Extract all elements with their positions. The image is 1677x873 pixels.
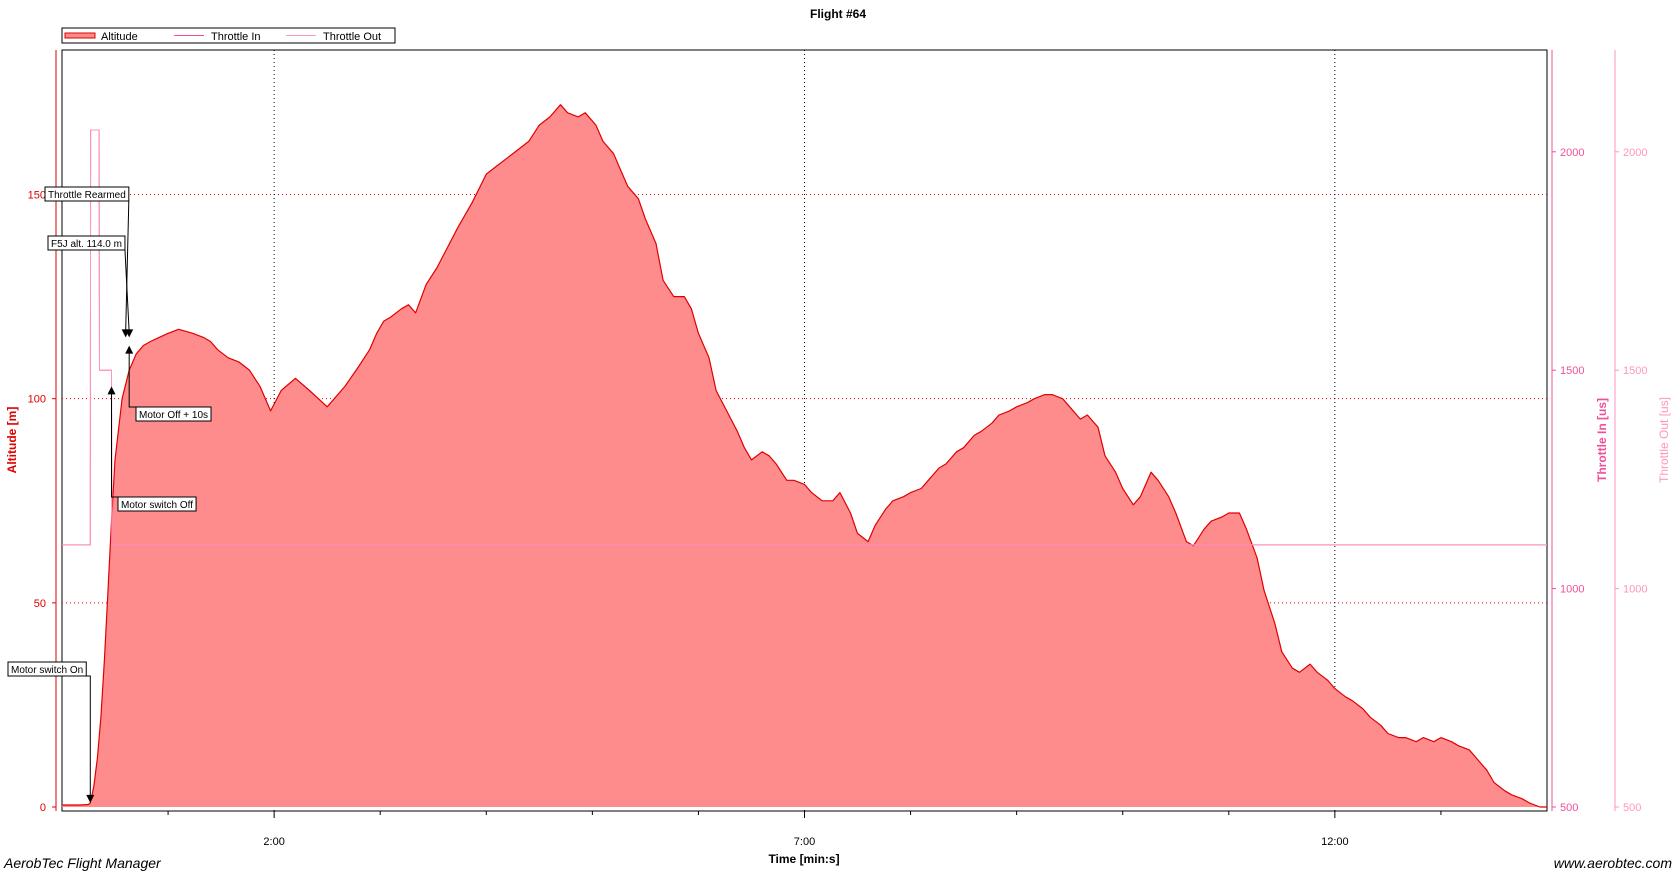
y-axis-right-title-throttle-in: Throttle In [us]: [1595, 398, 1609, 482]
legend-throttle-out-label: Throttle Out: [323, 31, 381, 43]
legend: Altitude Throttle In Throttle Out: [61, 27, 396, 44]
y-right2-tick-label: 2000: [1623, 147, 1647, 159]
y-right2-tick-label: 500: [1623, 802, 1641, 814]
legend-altitude-label: Altitude: [101, 31, 138, 43]
x-tick-label: 7:00: [794, 836, 815, 848]
app-name: AerobTec Flight Manager: [3, 855, 162, 871]
y-right1-tick-label: 2000: [1560, 147, 1584, 159]
chart-title: Flight #64: [810, 7, 866, 21]
y-right2-tick-label: 1500: [1623, 365, 1647, 377]
y-left-tick-label: 50: [34, 598, 46, 610]
y-right2-tick-label: 1000: [1623, 584, 1647, 596]
y-left-tick-label: 150: [28, 190, 46, 202]
website-link[interactable]: www.aerobtec.com: [1554, 855, 1673, 871]
x-tick-label: 2:00: [263, 836, 284, 848]
annotation-label: Motor Off + 10s: [139, 410, 208, 421]
y-left-tick-label: 100: [28, 394, 46, 406]
annotation-label: Motor switch On: [11, 665, 83, 676]
y-right1-tick-label: 1000: [1560, 584, 1584, 596]
y-left-tick-label: 0: [40, 802, 46, 814]
annotation-label: Throttle Rearmed: [48, 190, 126, 201]
annotation-label: Motor switch Off: [121, 500, 193, 511]
x-tick-label: 12:00: [1321, 836, 1349, 848]
y-right1-tick-label: 1500: [1560, 365, 1584, 377]
y-axis-right-title-throttle-out: Throttle Out [us]: [1657, 397, 1671, 483]
flight-chart: Flight #64 Altitude Throttle In Throttle…: [3, 7, 1673, 871]
y-axis-left-title: Altitude [m]: [5, 407, 19, 474]
x-axis-title: Time [min:s]: [768, 852, 839, 866]
legend-throttle-in-label: Throttle In: [211, 31, 261, 43]
y-right1-tick-label: 500: [1560, 802, 1578, 814]
legend-altitude-swatch: [64, 32, 96, 39]
annotation-label: F5J alt. 114.0 m: [51, 239, 122, 250]
